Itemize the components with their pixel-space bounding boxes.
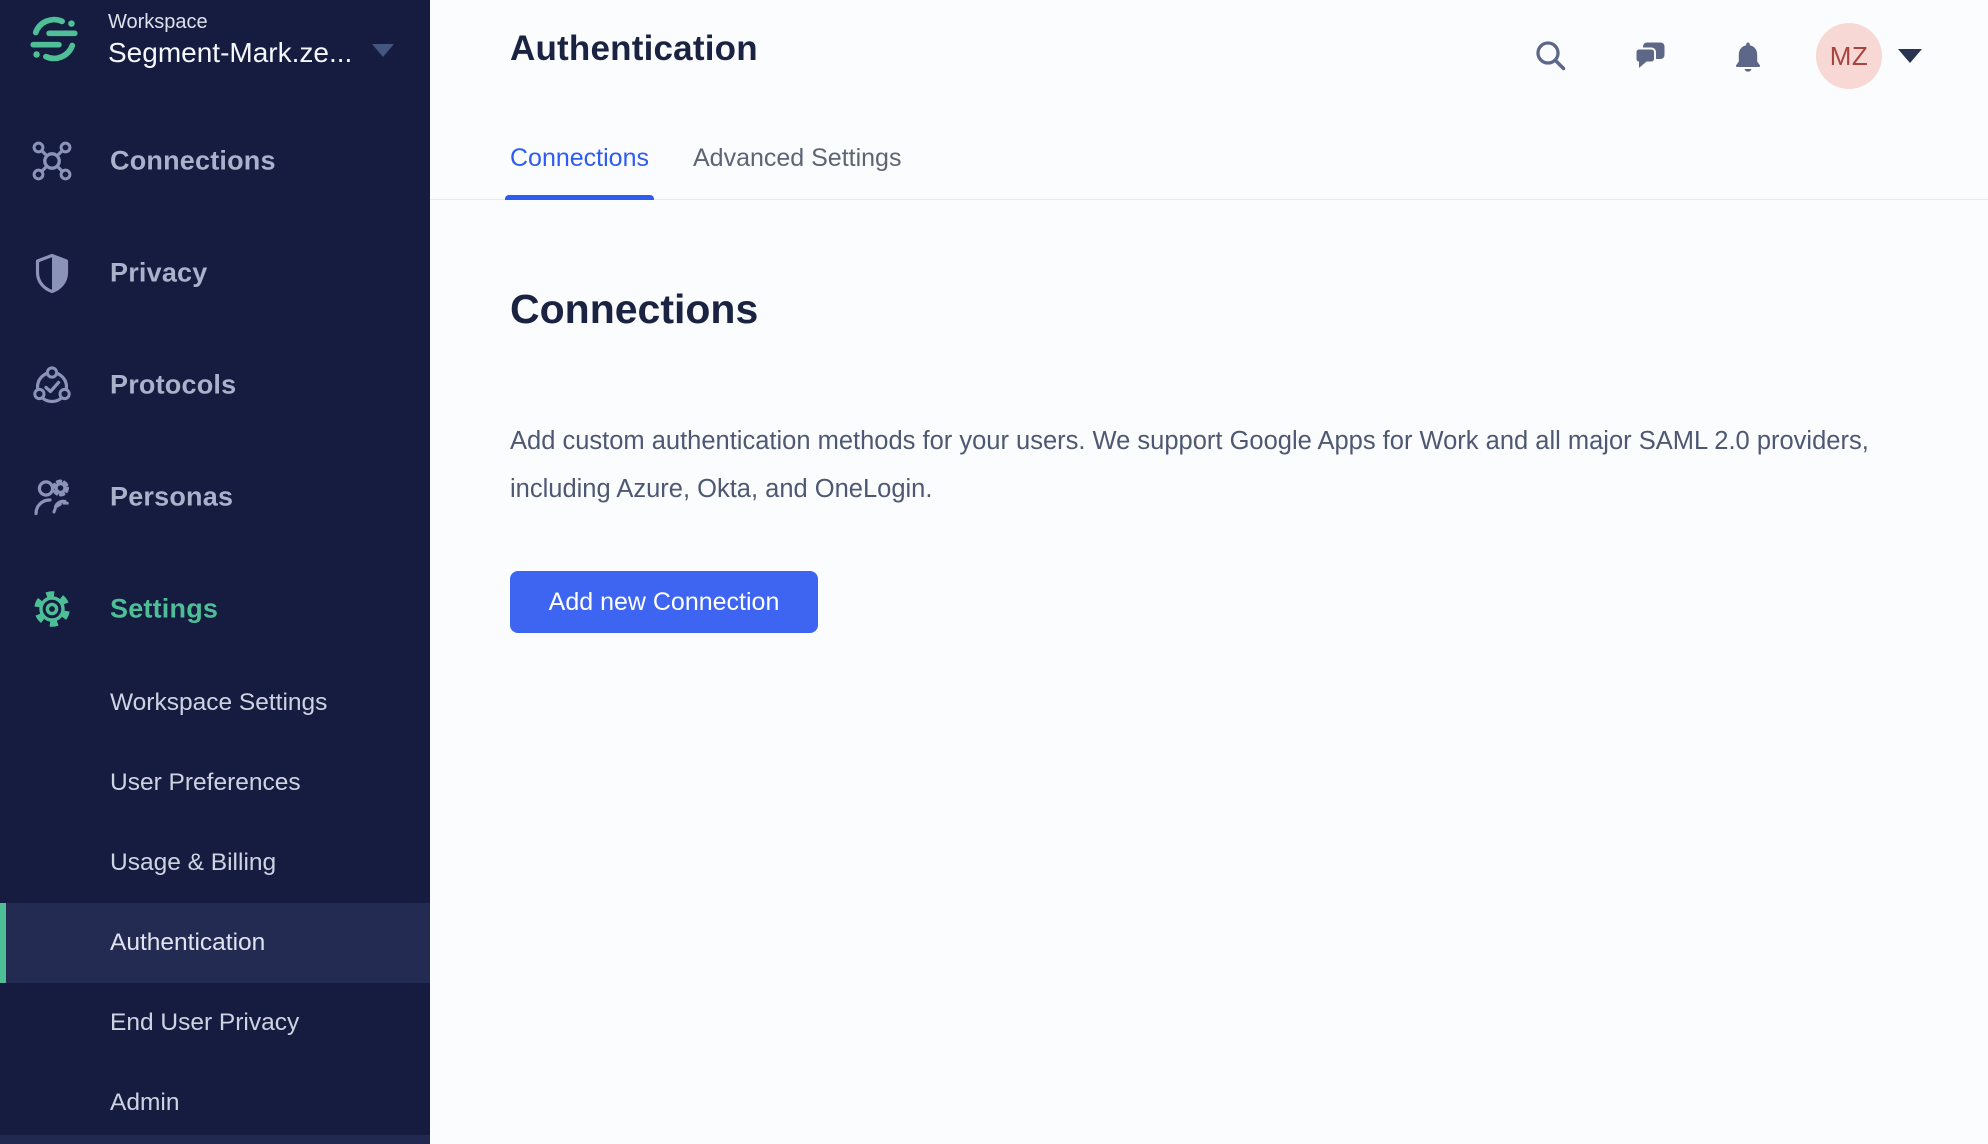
sidebar-item-connections[interactable]: Connections (0, 105, 430, 217)
sidebar-item-label: Personas (110, 482, 233, 513)
segment-logo-icon (28, 13, 80, 65)
sidebar-subitem-label: Admin (110, 1089, 179, 1117)
personas-user-gear-icon (30, 475, 74, 519)
protocols-check-icon (30, 363, 74, 407)
sidebar-bottom-partial-item (0, 1135, 430, 1144)
page-title: Authentication (510, 29, 758, 69)
sidebar-item-settings[interactable]: Settings (0, 553, 430, 665)
section-description: Add custom authentication methods for yo… (510, 417, 1870, 513)
settings-subnav: Workspace Settings User Preferences Usag… (0, 663, 430, 1143)
tab-label: Advanced Settings (693, 144, 901, 173)
avatar-chevron-icon[interactable] (1898, 49, 1922, 63)
sidebar-subitem-label: Usage & Billing (110, 849, 276, 877)
sidebar-item-label: Privacy (110, 258, 207, 289)
workspace-chevron-icon[interactable] (372, 44, 394, 57)
sidebar-subitem-user-preferences[interactable]: User Preferences (0, 743, 430, 823)
sidebar-subitem-label: Workspace Settings (110, 689, 327, 717)
add-new-connection-label: Add new Connection (549, 588, 780, 617)
header-actions: MZ (1534, 0, 1988, 112)
active-tab-indicator (505, 195, 654, 200)
sidebar-item-label: Settings (110, 594, 218, 625)
settings-gear-icon (30, 587, 74, 631)
avatar-initials: MZ (1830, 41, 1869, 72)
sidebar-item-label: Connections (110, 146, 276, 177)
search-icon[interactable] (1534, 39, 1568, 73)
notifications-bell-icon[interactable] (1730, 38, 1766, 74)
avatar[interactable]: MZ (1816, 23, 1882, 89)
connections-network-icon (30, 139, 74, 183)
tabbar: Connections Advanced Settings (430, 118, 1988, 200)
sidebar-subitem-label: Authentication (110, 929, 265, 957)
sidebar-subitem-usage-billing[interactable]: Usage & Billing (0, 823, 430, 903)
section-heading: Connections (510, 286, 758, 333)
main-content: Authentication MZ Connections Advanced S… (430, 0, 1988, 1144)
workspace-switcher[interactable]: Workspace Segment-Mark.ze... (0, 0, 430, 100)
sidebar-subitem-workspace-settings[interactable]: Workspace Settings (0, 663, 430, 743)
sidebar-item-protocols[interactable]: Protocols (0, 329, 430, 441)
add-new-connection-button[interactable]: Add new Connection (510, 571, 818, 633)
sidebar-subitem-label: End User Privacy (110, 1009, 299, 1037)
workspace-name: Segment-Mark.ze... (108, 37, 352, 69)
tab-advanced-settings[interactable]: Advanced Settings (693, 118, 901, 199)
sidebar-subitem-end-user-privacy[interactable]: End User Privacy (0, 983, 430, 1063)
workspace-label: Workspace (108, 11, 352, 34)
privacy-shield-icon (30, 251, 74, 295)
sidebar-subitem-admin[interactable]: Admin (0, 1063, 430, 1143)
sidebar-item-personas[interactable]: Personas (0, 441, 430, 553)
sidebar-item-label: Protocols (110, 370, 236, 401)
sidebar-subitem-authentication[interactable]: Authentication (0, 903, 430, 983)
sidebar-nav: Connections Privacy Protocols (0, 105, 430, 665)
chat-icon[interactable] (1631, 37, 1669, 75)
tab-connections[interactable]: Connections (510, 118, 649, 199)
sidebar-subitem-label: User Preferences (110, 769, 301, 797)
active-item-indicator (0, 903, 6, 983)
sidebar-item-privacy[interactable]: Privacy (0, 217, 430, 329)
sidebar: Workspace Segment-Mark.ze... Connections (0, 0, 430, 1144)
tab-label: Connections (510, 144, 649, 173)
